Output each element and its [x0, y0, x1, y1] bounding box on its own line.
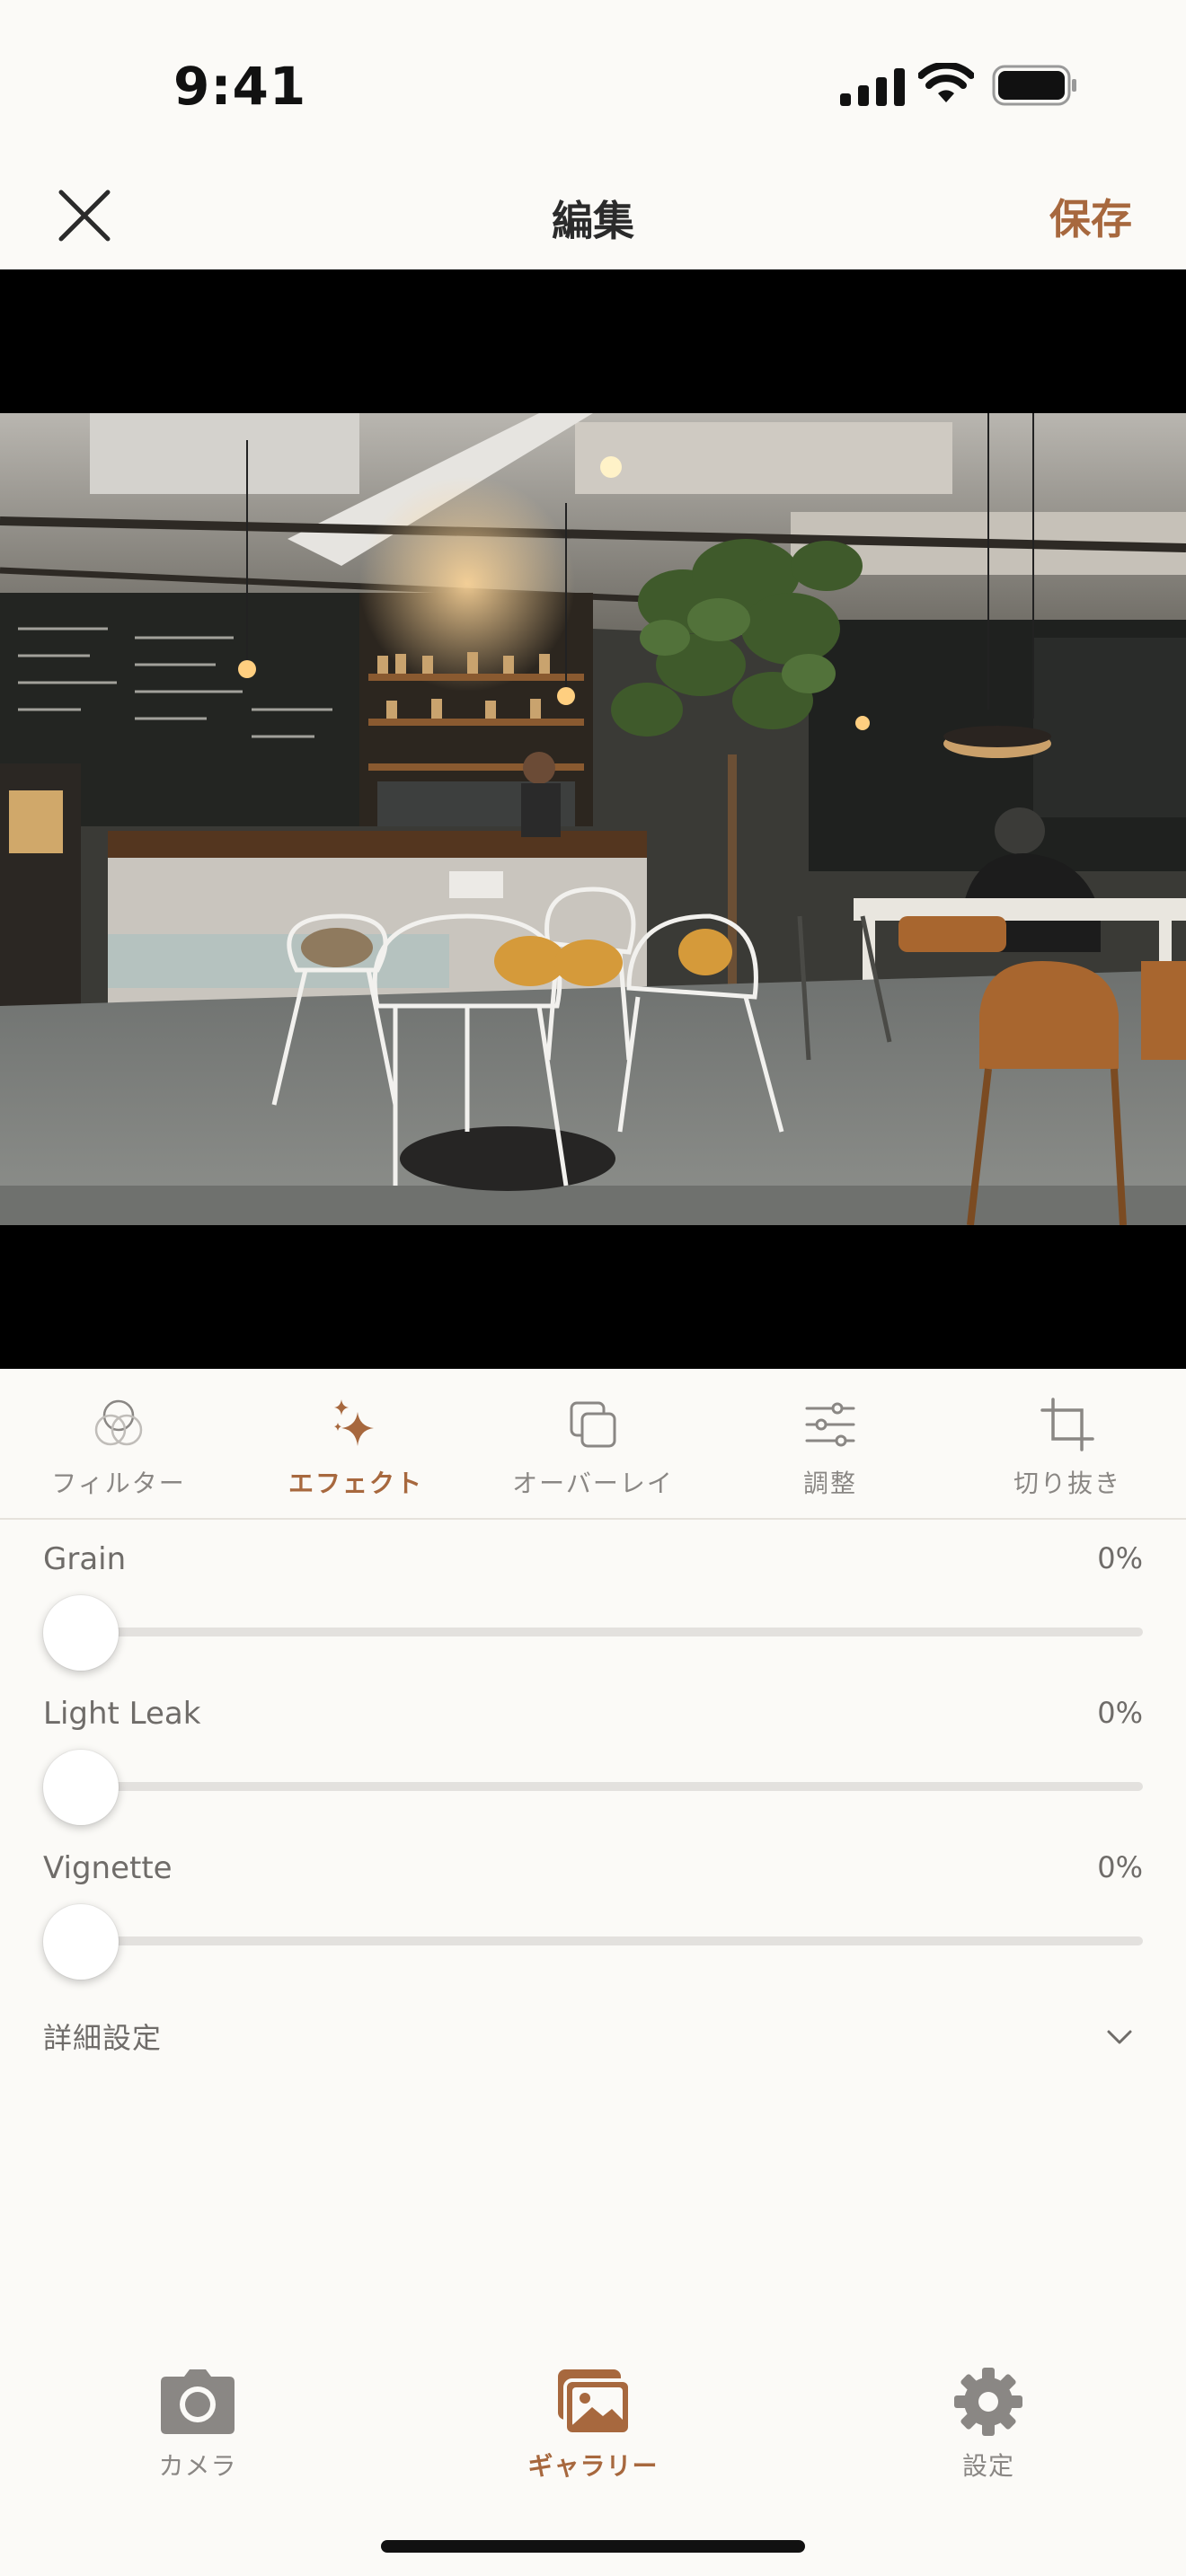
- tab-filter-label: フィルター: [51, 1469, 186, 1498]
- filter-circles-icon: [94, 1399, 143, 1446]
- grain-slider-thumb[interactable]: [43, 1595, 119, 1671]
- crop-icon: [1040, 1398, 1094, 1451]
- photo-preview: [0, 269, 1186, 1369]
- save-button[interactable]: 保存: [1049, 187, 1132, 246]
- status-time: 9:41: [173, 56, 307, 117]
- grain-slider-row: Grain 0%: [43, 1541, 1143, 1685]
- vignette-value: 0%: [1097, 1850, 1143, 1884]
- tab-overlay-label: オーバーレイ: [512, 1469, 674, 1498]
- advanced-settings-toggle[interactable]: 詳細設定: [43, 2008, 1143, 2062]
- page-title: 編集: [552, 197, 634, 245]
- tab-overlay[interactable]: オーバーレイ: [474, 1369, 712, 1518]
- home-indicator: [381, 2540, 805, 2553]
- cellular-signal-icon: [840, 68, 905, 106]
- grain-slider[interactable]: [43, 1628, 1143, 1636]
- gallery-icon: [558, 2369, 632, 2436]
- tab-effect-label: エフェクト: [288, 1469, 423, 1498]
- vignette-slider[interactable]: [43, 1936, 1143, 1945]
- sparkle-icon: [334, 1399, 374, 1446]
- grain-label: Grain: [43, 1541, 127, 1577]
- tab-adjust-label: 調整: [802, 1469, 857, 1498]
- advanced-settings-label: 詳細設定: [43, 2021, 163, 2055]
- camera-icon: [161, 2369, 235, 2434]
- chevron-down-icon: [1107, 2030, 1132, 2044]
- battery-icon: [992, 65, 1076, 106]
- tab-gallery-label: ギャラリー: [527, 2451, 659, 2481]
- wifi-icon: [918, 63, 974, 102]
- tab-crop[interactable]: 切り抜き: [949, 1369, 1186, 1518]
- status-bar: 9:41: [0, 0, 1186, 171]
- vignette-slider-thumb[interactable]: [43, 1904, 119, 1980]
- sliders-icon: [805, 1402, 855, 1447]
- tab-gallery[interactable]: ギャラリー: [485, 2344, 701, 2488]
- light-leak-value: 0%: [1097, 1696, 1143, 1730]
- light-leak-slider-thumb[interactable]: [43, 1750, 119, 1825]
- gear-icon: [954, 2368, 1022, 2436]
- tab-filter[interactable]: フィルター: [0, 1369, 237, 1518]
- tab-adjust[interactable]: 調整: [712, 1369, 949, 1518]
- overlay-squares-icon: [570, 1401, 616, 1448]
- tab-settings-label: 設定: [961, 2451, 1014, 2481]
- cafe-photo: [0, 413, 1186, 1225]
- tab-effect[interactable]: エフェクト: [237, 1369, 474, 1518]
- bottom-tab-bar: カメラ ギャラリー 設定: [0, 2344, 1186, 2497]
- grain-value: 0%: [1097, 1541, 1143, 1575]
- light-leak-label: Light Leak: [43, 1696, 201, 1732]
- light-leak-slider-row: Light Leak 0%: [43, 1696, 1143, 1839]
- tab-camera-label: カメラ: [158, 2451, 237, 2481]
- vignette-slider-row: Vignette 0%: [43, 1850, 1143, 1994]
- tab-crop-label: 切り抜き: [1013, 1469, 1121, 1498]
- nav-bar: 編集 保存: [0, 171, 1186, 269]
- tool-tabs: フィルター エフェクト オーバーレイ 調整 切り抜き: [0, 1369, 1186, 1520]
- light-leak-slider[interactable]: [43, 1782, 1143, 1791]
- tab-camera[interactable]: カメラ: [90, 2344, 305, 2488]
- vignette-label: Vignette: [43, 1850, 173, 1886]
- tab-settings[interactable]: 設定: [881, 2344, 1096, 2488]
